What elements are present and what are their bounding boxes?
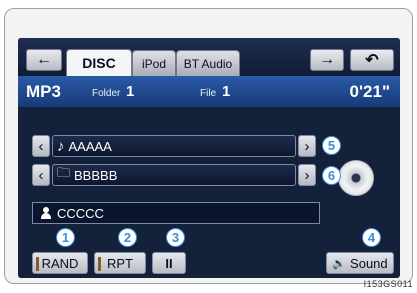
folder-name: BBBBB bbox=[74, 167, 118, 183]
back-button[interactable]: ← bbox=[26, 49, 62, 71]
top-bar: ← DISC iPod BT Audio → ↶ bbox=[18, 38, 400, 76]
callout-badge: 3 bbox=[166, 228, 185, 247]
sound-button[interactable]: 🔈 Sound bbox=[326, 252, 394, 274]
artist-name: CCCCC bbox=[57, 205, 104, 221]
tab-ipod[interactable]: iPod bbox=[132, 50, 176, 76]
file-number: 1 bbox=[222, 83, 231, 100]
track-row[interactable]: ♪ AAAAA bbox=[52, 135, 296, 157]
folder-row[interactable]: 🗀 BBBBB bbox=[52, 164, 296, 186]
forward-button[interactable]: → bbox=[310, 49, 344, 71]
person-icon bbox=[41, 207, 51, 219]
chevron-right-icon: › bbox=[304, 137, 310, 155]
audio-screen: ← DISC iPod BT Audio → ↶ MP3 Folder 1 Fi… bbox=[18, 38, 400, 278]
pause-icon: II bbox=[165, 255, 173, 271]
chevron-left-icon: ‹ bbox=[38, 166, 44, 184]
track-prev-button[interactable]: ‹ bbox=[32, 135, 50, 157]
rand-button[interactable]: RAND bbox=[32, 252, 88, 274]
callout-badge: 1 bbox=[56, 228, 75, 247]
return-button[interactable]: ↶ bbox=[350, 49, 394, 71]
tab-disc[interactable]: DISC bbox=[66, 49, 132, 76]
figure-code: I153GS011 bbox=[363, 279, 413, 289]
folder-next-button[interactable]: › bbox=[298, 164, 316, 186]
speaker-icon: 🔈 bbox=[332, 257, 347, 270]
folder-number: 1 bbox=[126, 83, 135, 100]
chevron-left-icon: ‹ bbox=[38, 137, 44, 155]
chevron-right-icon: › bbox=[304, 166, 310, 184]
indicator-led bbox=[36, 257, 39, 271]
status-strip: MP3 Folder 1 File 1 0'21" bbox=[18, 76, 400, 107]
media-mode: MP3 bbox=[26, 82, 61, 101]
folder-prev-button[interactable]: ‹ bbox=[32, 164, 50, 186]
music-note-icon: ♪ bbox=[57, 137, 65, 155]
rpt-button[interactable]: RPT bbox=[94, 252, 146, 274]
folder-label: Folder bbox=[92, 88, 121, 99]
callout-badge: 2 bbox=[118, 228, 137, 247]
file-label: File bbox=[200, 88, 217, 99]
track-next-button[interactable]: › bbox=[298, 135, 316, 157]
pause-button[interactable]: II bbox=[152, 252, 186, 274]
tab-bt-audio[interactable]: BT Audio bbox=[176, 50, 240, 76]
elapsed-time: 0'21" bbox=[349, 82, 390, 101]
arrow-left-icon: ← bbox=[36, 51, 52, 68]
artist-row: CCCCC bbox=[32, 202, 320, 224]
return-icon: ↶ bbox=[365, 52, 379, 69]
track-title: AAAAA bbox=[68, 138, 112, 154]
disc-icon bbox=[338, 160, 374, 196]
arrow-right-icon: → bbox=[319, 51, 335, 68]
indicator-led bbox=[98, 257, 101, 271]
folder-icon: 🗀 bbox=[57, 165, 71, 180]
callout-badge: 6 bbox=[322, 166, 341, 185]
callout-badge: 4 bbox=[362, 228, 381, 247]
callout-badge: 5 bbox=[322, 136, 341, 155]
